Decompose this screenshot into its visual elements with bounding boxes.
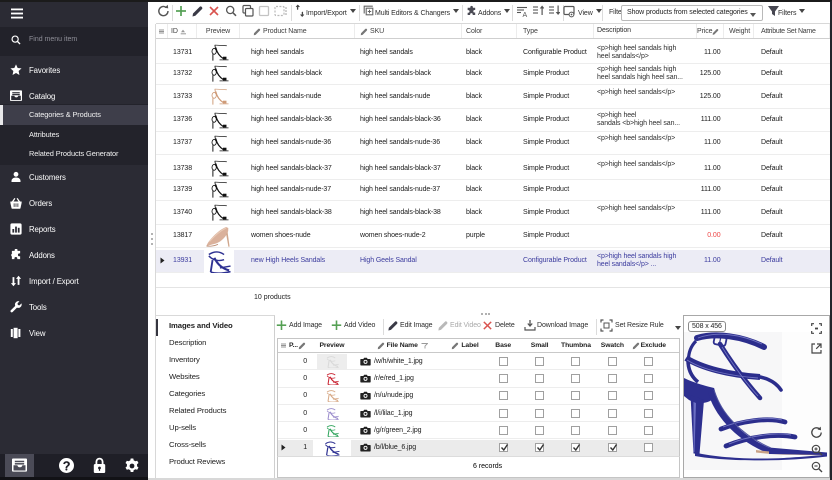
svg-text:A: A [523, 12, 528, 18]
